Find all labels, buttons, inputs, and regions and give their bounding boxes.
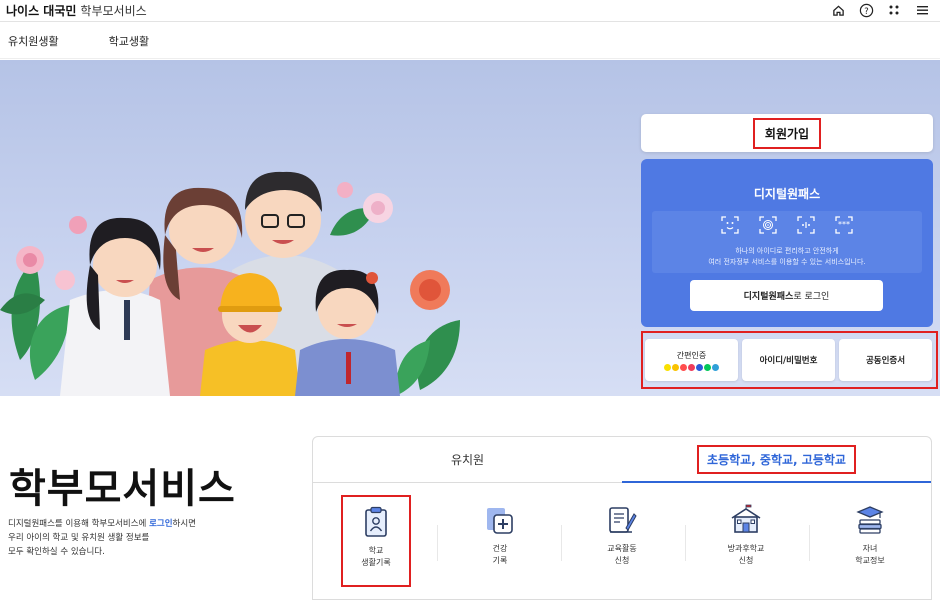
kakao-icon [664,363,671,371]
brand-title: 나이스 대국민 [6,4,77,18]
payco-icon [680,363,687,371]
svc-label-1a: 학교 [368,546,384,555]
login-button-bold: 디지털원패스 [743,292,794,302]
service-student-record[interactable]: 학교생활기록 [341,495,411,587]
nav-item-school[interactable]: 학교생활 [109,33,149,49]
login-link[interactable]: 로그인 [149,519,172,529]
help-icon[interactable]: ? [858,2,874,18]
svc-label-5b: 학교정보 [855,556,885,565]
tab-kindergarten[interactable]: 유치원 [313,437,622,483]
desc-text-3: 모두 확인하실 수 있습니다. [8,547,105,557]
digital-onepass-desc-2: 여러 전자정부 서비스를 이용할 수 있는 서비스입니다. [708,258,866,266]
kb-icon [672,363,679,371]
top-bar: 나이스 대국민 학부모서비스 ? [0,0,940,22]
svc-label-3a: 교육활동 [607,544,637,553]
svg-text:?: ? [864,5,868,15]
desc-text-2: 우리 아이의 학교 및 유치원 생활 정보를 [8,533,150,543]
svc-label-4a: 방과후학교 [727,544,765,553]
digital-onepass-info: *** 하나의 아이디로 편리하고 안전하게 여러 전자정부 서비스를 이용할 … [652,211,922,273]
samsung-icon [696,363,703,371]
desc-text-1b: 하시면 [172,519,196,529]
nav-item-kindergarten[interactable]: 유치원생활 [8,33,59,49]
digital-onepass-title: 디지털원패스 [753,187,821,201]
svc-label-1b: 생활기록 [361,558,391,567]
naver-icon [704,363,711,371]
digital-onepass-panel: 디지털원패스 *** 하나의 아이디로 편리하고 안전하게 여러 전자정부 서비… [641,159,933,327]
service-activity-application[interactable]: 교육활동신청 [587,495,657,587]
desc-text-1: 디지털원패스를 이용해 학부모서비스에 [8,519,150,529]
school-info-icon [853,503,887,537]
student-record-icon [359,505,393,539]
svc-label-3b: 신청 [614,556,630,565]
main-nav: 유치원생활 학교생활 [0,23,940,59]
service-tabs-panel: 유치원 초등학교, 중학교, 고등학교 학교생활기록 건강기록 교육활동신청 방… [312,436,932,600]
svc-label-2b: 기록 [492,556,508,565]
pin-icon: *** [834,215,854,235]
signup-button[interactable]: 회원가입 [641,114,933,152]
simple-auth-button[interactable]: 간편인증 [645,339,738,381]
family-illustration [0,171,460,396]
simple-auth-label: 간편인증 [676,350,707,360]
face-id-icon [720,215,740,235]
signup-label: 회원가입 [752,117,822,149]
certificate-button[interactable]: 공동인증서 [839,339,932,381]
page-title: 학부모서비스 [9,466,236,512]
svc-label-2a: 건강 [492,544,508,553]
activity-application-icon [605,503,639,537]
svc-label-5a: 자녀 [862,544,878,553]
digital-onepass-login-button[interactable]: 디지털원패스 로 로그인 [690,280,883,311]
fingerprint-icon [758,215,778,235]
home-icon[interactable] [830,2,846,18]
apps-grid-icon[interactable] [886,2,902,18]
pass-icon [688,363,695,371]
svc-label-4b: 신청 [738,556,754,565]
digital-onepass-desc-1: 하나의 아이디로 편리하고 안전하게 [735,247,839,255]
menu-icon[interactable] [914,2,930,18]
brand-subtitle: 학부모서비스 [80,4,147,18]
svg-text:***: *** [838,220,850,229]
after-school-icon [729,503,763,537]
id-password-button[interactable]: 아이디/비밀번호 [742,339,835,381]
auth-provider-icons [664,363,719,371]
login-button-rest: 로 로그인 [793,292,830,302]
page-description: 디지털원패스를 이용해 학부모서비스에 로그인하시면 우리 아이의 학교 및 유… [8,517,196,559]
health-record-icon [483,503,517,537]
tab-schools[interactable]: 초등학교, 중학교, 고등학교 [622,437,931,483]
service-after-school[interactable]: 방과후학교신청 [711,495,781,587]
brand-logo[interactable]: 나이스 대국민 학부모서비스 [6,2,147,19]
tab-schools-label: 초등학교, 중학교, 고등학교 [697,444,856,474]
service-health-record[interactable]: 건강기록 [465,495,535,587]
service-school-info[interactable]: 자녀학교정보 [835,495,905,587]
pattern-icon [796,215,816,235]
auth-options: 간편인증 아이디/비밀번호 공동인증서 [641,331,938,389]
toss-icon [712,363,719,371]
